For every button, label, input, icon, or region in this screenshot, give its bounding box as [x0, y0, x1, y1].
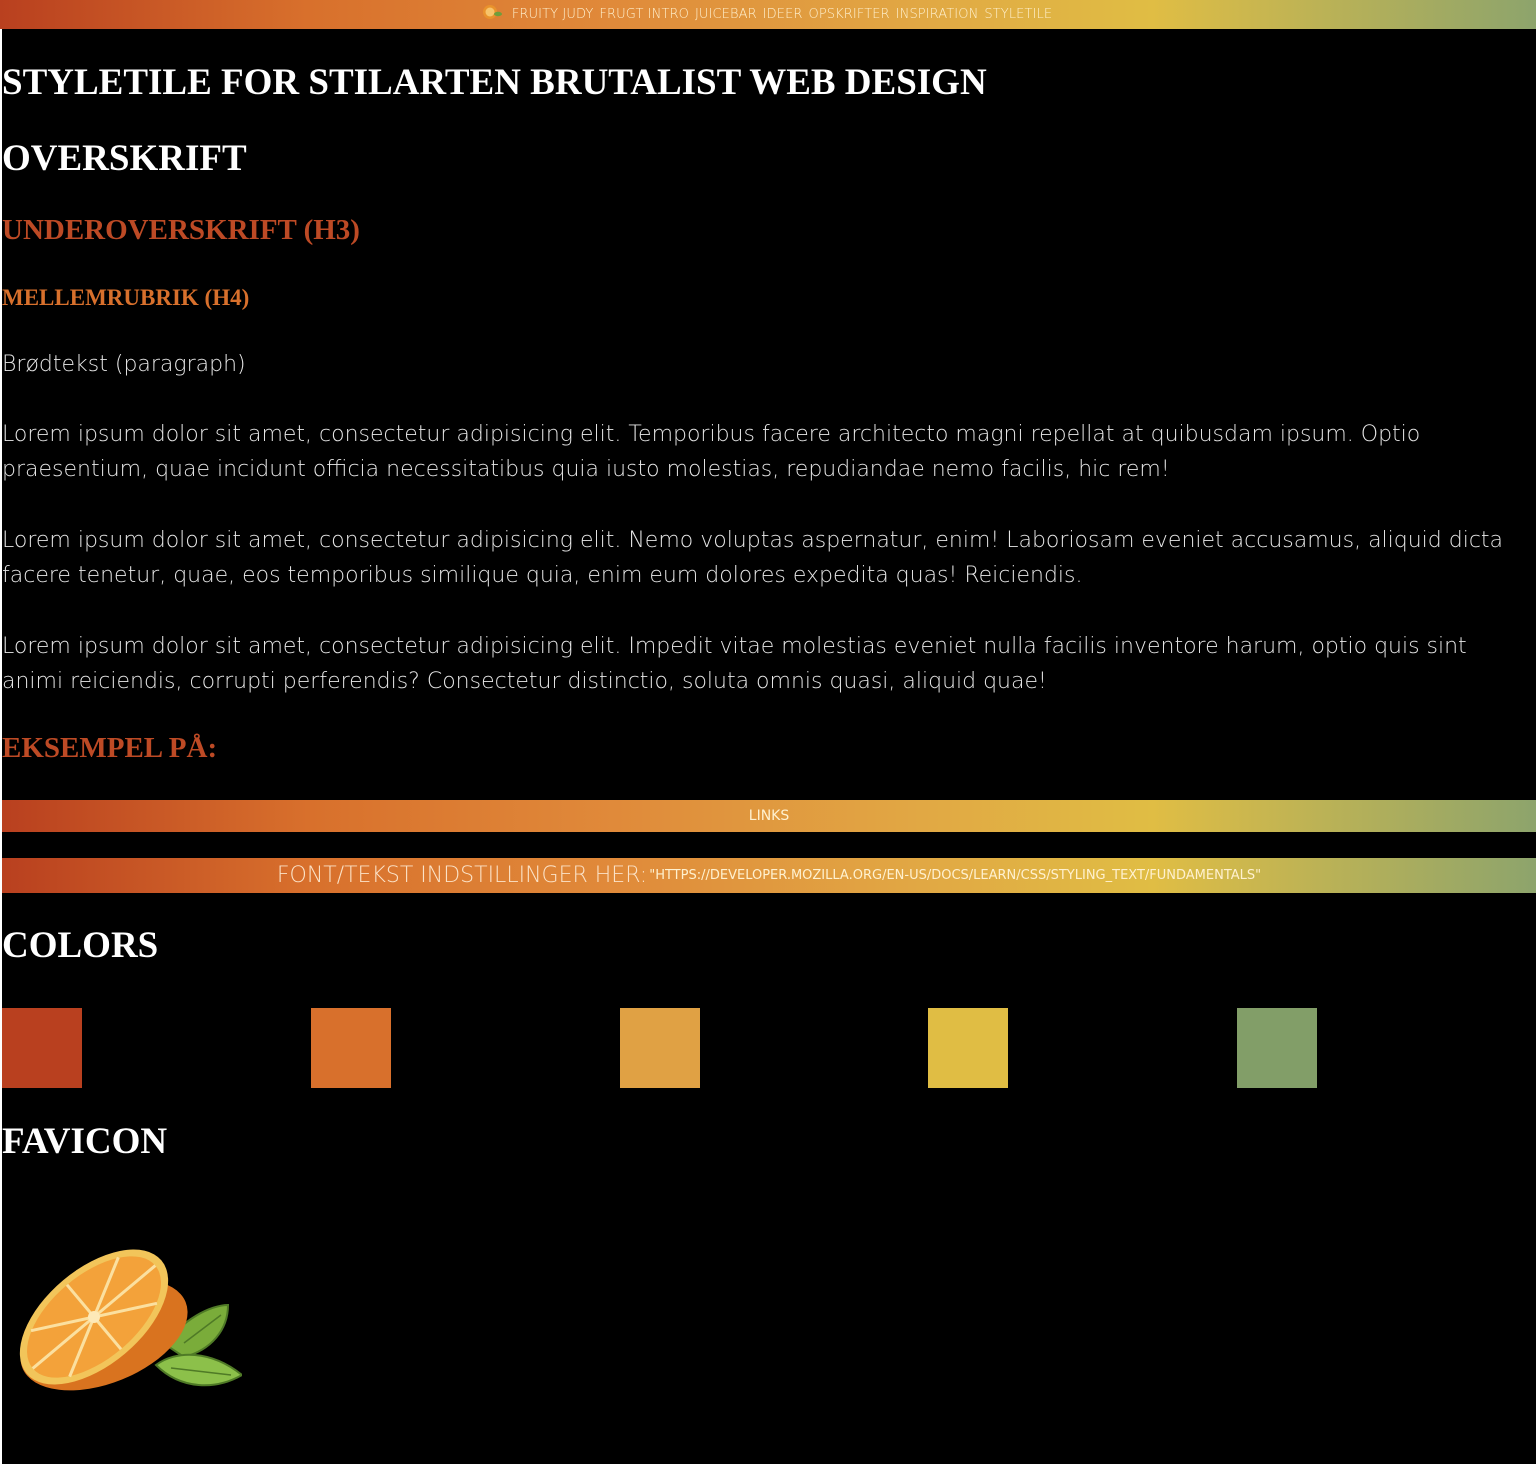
paragraph-2: Lorem ipsum dolor sit amet, consectetur …: [2, 528, 1504, 588]
top-navigation: FRUITY JUDY FRUGT INTRO JUICEBAR IDEER O…: [0, 0, 1536, 29]
paragraph-1: Lorem ipsum dolor sit amet, consectetur …: [2, 422, 1421, 482]
nav-link-opskrifter[interactable]: OPSKRIFTER: [809, 7, 890, 22]
nav-link-styletile[interactable]: STYLETILE: [984, 7, 1052, 22]
nav-link-ideer[interactable]: IDEER: [763, 7, 803, 22]
font-settings-label: FONT/TEKST INDSTILLINGER HER:: [276, 863, 648, 888]
color-swatch-yellow: [928, 1008, 1008, 1088]
heading-underoverskrift: UNDEROVERSKRIFT (H3): [2, 214, 360, 246]
nav-link-juicebar[interactable]: JUICEBAR: [695, 7, 757, 22]
nav-link-fruity-judy[interactable]: FRUITY JUDY: [512, 7, 594, 22]
heading-favicon: FAVICON: [2, 1121, 168, 1162]
body-text-label: Brødtekst (paragraph): [2, 352, 246, 377]
color-swatch-rust: [2, 1008, 82, 1088]
heading-colors: COLORS: [2, 925, 159, 966]
orange-fruit-icon[interactable]: [481, 2, 503, 20]
paragraph-3: Lorem ipsum dolor sit amet, consectetur …: [2, 634, 1467, 694]
font-settings-url-link[interactable]: "HTTPS://DEVELOPER.MOZILLA.ORG/EN-US/DOC…: [649, 868, 1261, 883]
links-link[interactable]: LINKS: [749, 808, 789, 824]
heading-overskrift: OVERSKRIFT: [2, 138, 247, 179]
page-title: STYLETILE FOR STILARTEN BRUTALIST WEB DE…: [2, 62, 987, 103]
color-swatch-orange: [311, 1008, 391, 1088]
nav-link-frugt-intro[interactable]: FRUGT INTRO: [599, 7, 689, 22]
color-swatch-green: [1237, 1008, 1317, 1088]
color-swatch-light-orange: [620, 1008, 700, 1088]
links-example-bar: LINKS: [2, 800, 1536, 832]
font-settings-bar: FONT/TEKST INDSTILLINGER HER: "HTTPS://D…: [2, 858, 1536, 893]
favicon-orange-image: [19, 1249, 242, 1391]
heading-eksempel: EKSEMPEL PÅ:: [2, 732, 218, 764]
heading-mellemrubrik: MELLEMRUBRIK (H4): [2, 285, 250, 310]
nav-link-inspiration[interactable]: INSPIRATION: [896, 7, 979, 22]
